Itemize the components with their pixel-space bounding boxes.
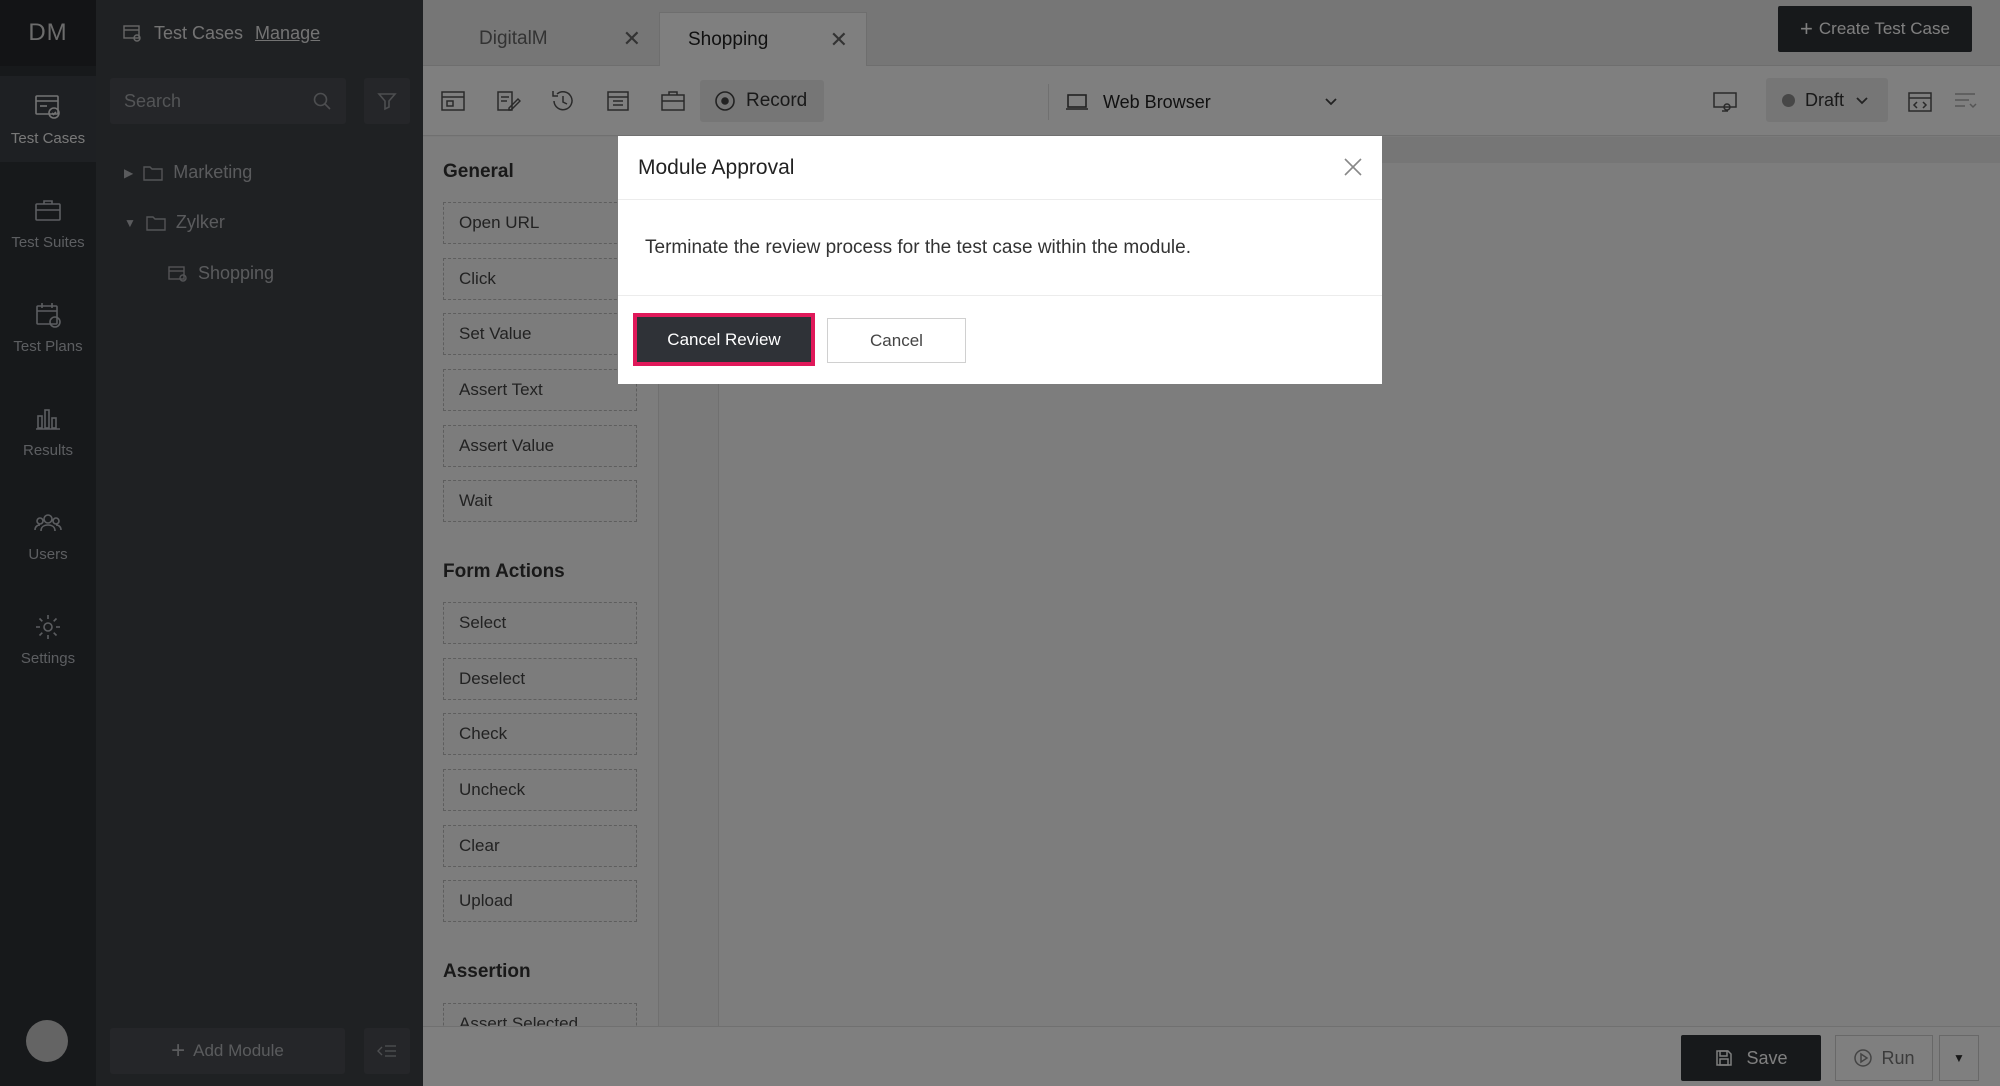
dialog-title: Module Approval (618, 136, 1382, 200)
highlight-frame: Cancel Review (633, 313, 815, 366)
cancel-review-button[interactable]: Cancel Review (637, 317, 811, 362)
dialog-message: Terminate the review process for the tes… (618, 200, 1382, 296)
cancel-button[interactable]: Cancel (827, 318, 966, 363)
close-icon[interactable] (1342, 156, 1364, 178)
module-approval-dialog: Module Approval Terminate the review pro… (618, 136, 1382, 384)
